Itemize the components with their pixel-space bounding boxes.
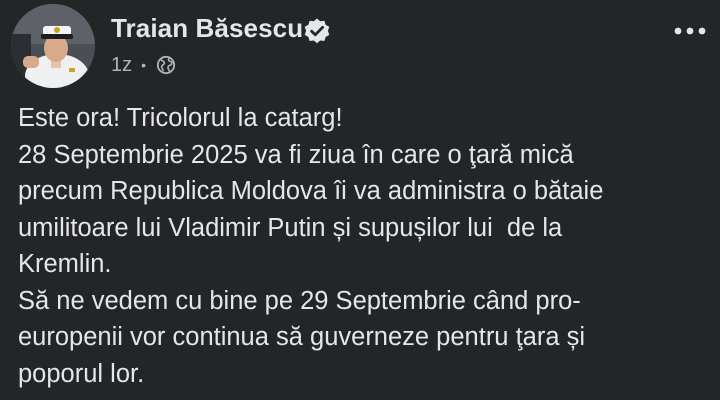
- post-timestamp[interactable]: 1z: [111, 54, 132, 77]
- meta-separator: •: [141, 57, 147, 73]
- author-name[interactable]: Traian Băsescu: [111, 13, 303, 44]
- post-line: Kremlin.: [18, 250, 112, 278]
- avatar[interactable]: [11, 4, 95, 88]
- more-options-button[interactable]: [670, 14, 710, 48]
- post-header: Traian Băsescu 1z •: [0, 0, 720, 90]
- globe-icon[interactable]: [156, 55, 176, 75]
- verified-badge-icon: [304, 18, 330, 44]
- post-line: Este ora! Tricolorul la catarg!: [18, 104, 343, 132]
- post-line: 28 Septembrie 2025 va fi ziua în care o …: [18, 140, 574, 169]
- post-line: precum Republica Moldova îi va administr…: [18, 177, 604, 205]
- post-line: europenii vor continua să guverneze pent…: [18, 323, 586, 351]
- post-line: umilitoare lui Vladimir Putin și supușil…: [18, 213, 563, 242]
- more-options-icon: [674, 27, 706, 35]
- post-text: Este ora! Tricolorul la catarg! 28 Septem…: [18, 100, 708, 392]
- post-line: poporul lor.: [18, 359, 145, 388]
- avatar-photo: [11, 4, 95, 88]
- post-meta: 1z •: [111, 52, 176, 78]
- post-line: Să ne vedem cu bine pe 29 Septembrie cân…: [18, 286, 581, 315]
